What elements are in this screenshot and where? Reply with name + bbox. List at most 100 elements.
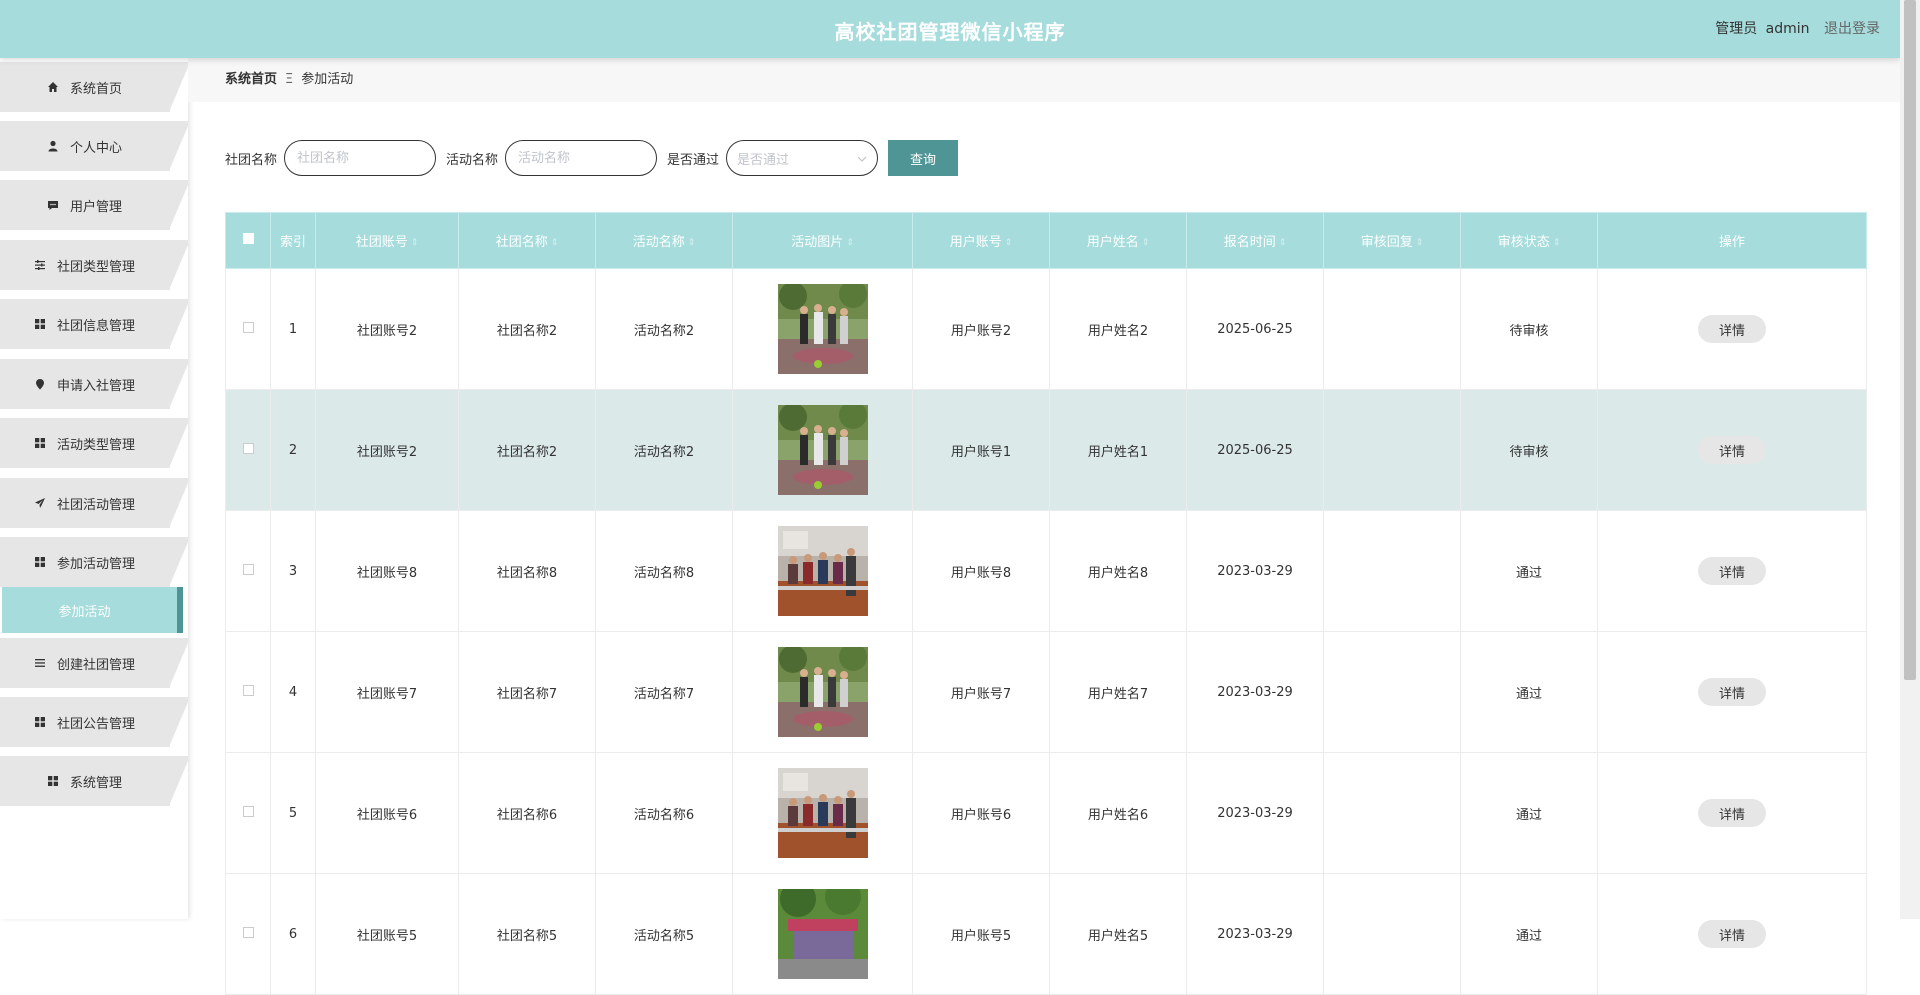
chevron-down-icon	[857, 151, 867, 166]
sort-icon[interactable]: ⇕	[1279, 238, 1287, 248]
sidebar-item-club-types[interactable]: 社团类型管理	[0, 240, 188, 290]
column-header[interactable]: 用户账号 ⇕	[912, 212, 1050, 269]
column-header[interactable]: 报名时间 ⇕	[1186, 212, 1324, 269]
passed-label: 是否通过	[667, 152, 720, 168]
table-row[interactable]: 4 社团账号7 社团名称7 活动名称7 用户账号7 用户姓名7 2023-03-29 通过 详情	[225, 631, 1867, 753]
table-row[interactable]: 2 社团账号2 社团名称2 活动名称2 用户账号1 用户姓名1 2025-06-25 待审核 详…	[225, 389, 1867, 511]
breadcrumb-home[interactable]: 系统首页	[225, 72, 277, 87]
sidebar-item-home[interactable]: 系统首页	[0, 62, 188, 112]
activity-photo	[734, 647, 911, 737]
table-row[interactable]: 6 社团账号5 社团名称5 活动名称5 用户账号5 用户姓名5 2023-03-29 通过 详情	[225, 873, 1867, 995]
sidebar-item-club-activities[interactable]: 社团活动管理	[0, 478, 188, 528]
column-header[interactable]: 社团账号 ⇕	[315, 212, 459, 269]
column-label: 活动图片	[791, 235, 844, 250]
sidebar-item-announcements[interactable]: 社团公告管理	[0, 697, 188, 747]
detail-button[interactable]: 详情	[1698, 315, 1766, 343]
row-checkbox-cell	[225, 631, 271, 753]
sort-icon[interactable]: ⇕	[1416, 238, 1424, 248]
action-cell: 详情	[1597, 389, 1867, 511]
row-checkbox[interactable]	[242, 321, 254, 333]
column-header[interactable]: 用户姓名 ⇕	[1049, 212, 1187, 269]
main-content: 系统首页 Ξ 参加活动 社团名称 活动名称 是否通过 是否通过 查询 索引 社团账号…	[188, 58, 1900, 995]
user-name-cell: 用户姓名1	[1049, 389, 1187, 511]
sidebar-item-participation[interactable]: 参加活动管理	[0, 537, 188, 587]
pin-icon	[33, 377, 47, 391]
sort-icon[interactable]: ⇕	[411, 238, 419, 248]
activity-name-cell: 活动名称7	[595, 631, 733, 753]
activity-image-cell	[732, 752, 913, 874]
column-label: 用户账号	[949, 235, 1002, 250]
sidebar-item-label: 社团公告管理	[56, 716, 135, 732]
sidebar-item-join-applications[interactable]: 申请入社管理	[0, 359, 188, 409]
table-header-row: 索引 社团账号 ⇕ 社团名称 ⇕ 活动名称 ⇕ 活动图片 ⇕ 用户账号 ⇕ 用户姓名 ⇕ 报…	[225, 212, 1867, 269]
breadcrumb-current: 参加活动	[301, 72, 354, 87]
row-checkbox-cell	[225, 510, 271, 632]
detail-button[interactable]: 详情	[1698, 436, 1766, 464]
column-header[interactable]: 活动图片 ⇕	[732, 212, 913, 269]
activity-photo	[734, 768, 911, 858]
select-all-checkbox[interactable]	[242, 233, 254, 244]
detail-button[interactable]: 详情	[1698, 799, 1766, 827]
action-cell: 详情	[1597, 752, 1867, 874]
club-name-cell: 社团名称5	[458, 873, 596, 995]
passed-select[interactable]: 是否通过	[726, 140, 879, 176]
table-row[interactable]: 5 社团账号6 社团名称6 活动名称6 用户账号6 用户姓名6 2023-03-29 通过 详情	[225, 752, 1867, 874]
column-label: 审核回复	[1360, 235, 1413, 250]
sidebar-item-club-info[interactable]: 社团信息管理	[0, 299, 188, 349]
club-name-cell: 社团名称8	[458, 510, 596, 632]
sort-icon[interactable]: ⇕	[551, 238, 559, 248]
column-label: 活动名称	[632, 235, 685, 250]
club-name-input[interactable]	[284, 140, 437, 176]
page-scrollbar[interactable]	[1900, 0, 1920, 919]
top-bar: 高校社团管理微信小程序 管理员 admin 退出登录	[0, 0, 1900, 58]
sort-icon[interactable]: ⇕	[846, 238, 854, 248]
row-checkbox-cell	[225, 389, 271, 511]
user-name-cell: 用户姓名6	[1049, 752, 1187, 874]
detail-button[interactable]: 详情	[1698, 920, 1766, 948]
user-account-cell: 用户账号1	[912, 389, 1050, 511]
row-checkbox-cell	[225, 752, 271, 874]
review-reply-cell	[1323, 873, 1461, 995]
scrollbar-thumb[interactable]	[1904, 0, 1916, 680]
club-name-label: 社团名称	[225, 152, 278, 168]
action-cell: 详情	[1597, 873, 1867, 995]
sidebar-item-profile[interactable]: 个人中心	[0, 121, 188, 171]
table-row[interactable]: 1 社团账号2 社团名称2 活动名称2 用户账号2 用户姓名2 2025-06-25 待审核 详…	[225, 268, 1867, 390]
sidebar: 系统首页 个人中心 用户管理 社团类型管理 社团信息管理 申请入社管理 活动类型…	[0, 58, 188, 919]
query-button[interactable]: 查询	[888, 140, 959, 176]
column-header[interactable]: 审核回复 ⇕	[1323, 212, 1461, 269]
sidebar-subitem-join-activity[interactable]: 参加活动	[2, 587, 183, 633]
column-label: 社团名称	[495, 235, 548, 250]
sidebar-item-activity-types[interactable]: 活动类型管理	[0, 418, 188, 468]
logout-link[interactable]: 退出登录	[1824, 21, 1880, 37]
activity-image-cell	[732, 510, 913, 632]
detail-button[interactable]: 详情	[1698, 557, 1766, 585]
sort-icon[interactable]: ⇕	[1142, 238, 1150, 248]
sort-icon[interactable]: ⇕	[1553, 238, 1561, 248]
review-reply-cell	[1323, 752, 1461, 874]
column-header[interactable]: 社团名称 ⇕	[458, 212, 596, 269]
row-checkbox[interactable]	[242, 926, 254, 938]
activity-image-cell	[732, 873, 913, 995]
review-reply-cell	[1323, 631, 1461, 753]
username: admin	[1765, 21, 1810, 37]
row-checkbox[interactable]	[242, 442, 254, 454]
signup-time-cell: 2023-03-29	[1186, 752, 1324, 874]
sort-icon[interactable]: ⇕	[1005, 238, 1013, 248]
row-checkbox[interactable]	[242, 563, 254, 575]
row-checkbox[interactable]	[242, 684, 254, 696]
sidebar-item-system[interactable]: 系统管理	[0, 756, 188, 806]
participation-table: 索引 社团账号 ⇕ 社团名称 ⇕ 活动名称 ⇕ 活动图片 ⇕ 用户账号 ⇕ 用户姓名 ⇕ 报…	[225, 212, 1867, 995]
column-header[interactable]: 活动名称 ⇕	[595, 212, 733, 269]
club-account-cell: 社团账号7	[315, 631, 459, 753]
table-row[interactable]: 3 社团账号8 社团名称8 活动名称8 用户账号8 用户姓名8 2023-03-29 通过 详情	[225, 510, 1867, 632]
column-header[interactable]: 审核状态 ⇕	[1460, 212, 1598, 269]
sidebar-item-create-club[interactable]: 创建社团管理	[0, 638, 188, 688]
row-checkbox[interactable]	[242, 805, 254, 817]
sidebar-item-users[interactable]: 用户管理	[0, 180, 188, 230]
detail-button[interactable]: 详情	[1698, 678, 1766, 706]
column-header: 操作	[1597, 212, 1867, 269]
sort-icon[interactable]: ⇕	[688, 238, 696, 248]
activity-name-input[interactable]	[505, 140, 658, 176]
column-label: 社团账号	[355, 235, 408, 250]
